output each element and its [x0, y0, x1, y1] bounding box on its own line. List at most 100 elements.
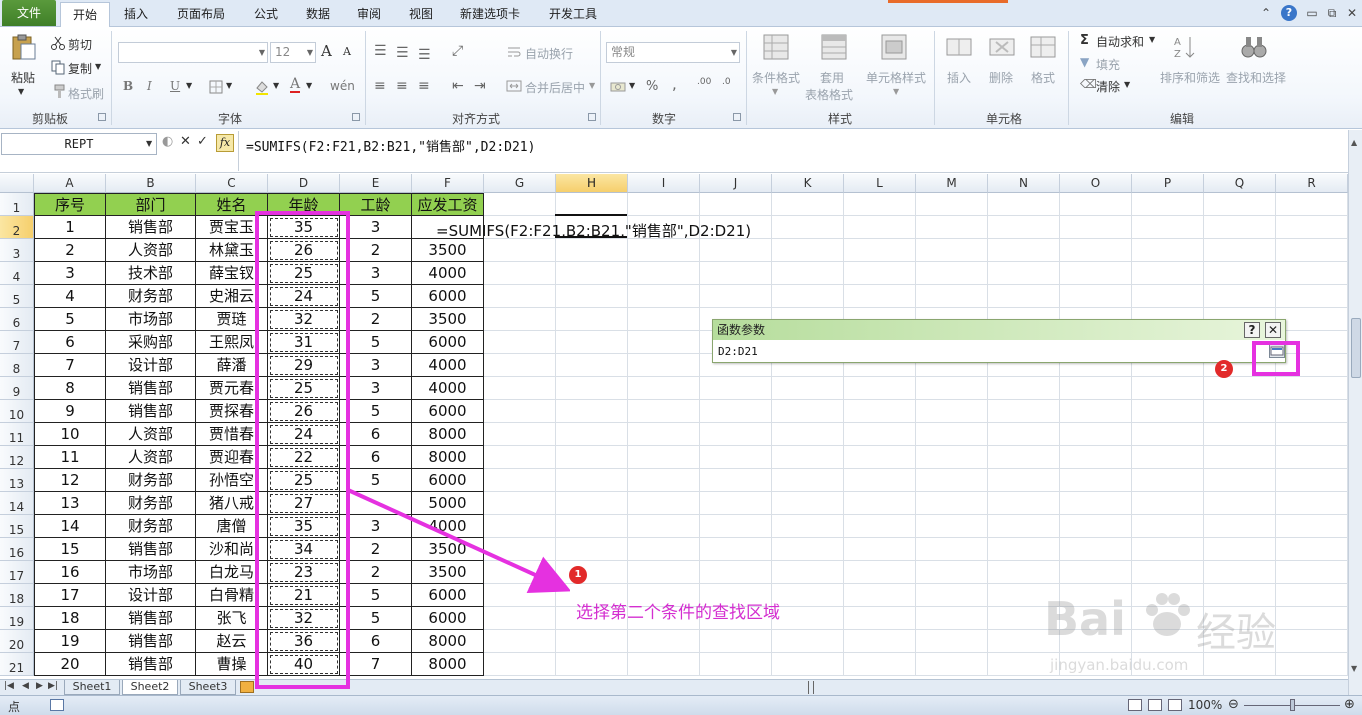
cell-b10[interactable]: 销售部: [106, 400, 196, 423]
cell-b2[interactable]: 销售部: [106, 216, 196, 239]
row-header-19[interactable]: 19: [0, 607, 34, 630]
eraser-icon[interactable]: ⌫: [1080, 77, 1097, 91]
cell-a3[interactable]: 2: [34, 239, 106, 262]
cell-a16[interactable]: 15: [34, 538, 106, 561]
cell-k10[interactable]: [772, 400, 844, 423]
cell-k5[interactable]: [772, 285, 844, 308]
cell-r9[interactable]: [1276, 377, 1348, 400]
cell-n16[interactable]: [988, 538, 1060, 561]
cell-i16[interactable]: [628, 538, 700, 561]
row-header-12[interactable]: 12: [0, 446, 34, 469]
cell-j11[interactable]: [700, 423, 772, 446]
cell-q1[interactable]: [1204, 193, 1276, 216]
cell-b18[interactable]: 设计部: [106, 584, 196, 607]
column-header-q[interactable]: Q: [1204, 174, 1276, 193]
cell-l4[interactable]: [844, 262, 916, 285]
cell-e19[interactable]: 5: [340, 607, 412, 630]
wrap-text-button[interactable]: 自动换行: [525, 45, 573, 62]
zoom-in-icon[interactable]: ⊕: [1344, 697, 1355, 712]
cell-n15[interactable]: [988, 515, 1060, 538]
row-header-6[interactable]: 6: [0, 308, 34, 331]
cell-f5[interactable]: 6000: [412, 285, 484, 308]
row-header-4[interactable]: 4: [0, 262, 34, 285]
row-header-8[interactable]: 8: [0, 354, 34, 377]
cell-i4[interactable]: [628, 262, 700, 285]
cell-b11[interactable]: 人资部: [106, 423, 196, 446]
cell-m5[interactable]: [916, 285, 988, 308]
clear-button[interactable]: 清除: [1096, 78, 1120, 95]
font-color-dropdown-icon[interactable]: ▼: [306, 81, 312, 90]
cancel-formula-button[interactable]: ✕: [180, 134, 191, 149]
cell-r1[interactable]: [1276, 193, 1348, 216]
cut-button[interactable]: 剪切: [68, 36, 92, 53]
cell-g6[interactable]: [484, 308, 556, 331]
cell-g12[interactable]: [484, 446, 556, 469]
cell-o1[interactable]: [1060, 193, 1132, 216]
cell-j16[interactable]: [700, 538, 772, 561]
cell-i5[interactable]: [628, 285, 700, 308]
cell-m12[interactable]: [916, 446, 988, 469]
name-box[interactable]: REPT: [1, 133, 157, 155]
tab-data[interactable]: 数据: [296, 2, 340, 27]
tab-review[interactable]: 审阅: [347, 2, 391, 27]
cell-m14[interactable]: [916, 492, 988, 515]
cell-a18[interactable]: 17: [34, 584, 106, 607]
cell-h7[interactable]: [556, 331, 628, 354]
cell-o2[interactable]: [1060, 216, 1132, 239]
name-box-dropdown-icon[interactable]: ▼: [146, 139, 152, 148]
last-sheet-icon[interactable]: ▶|: [48, 681, 58, 691]
cell-l10[interactable]: [844, 400, 916, 423]
cell-q3[interactable]: [1204, 239, 1276, 262]
cell-k17[interactable]: [772, 561, 844, 584]
align-middle-icon[interactable]: ☰: [396, 45, 409, 61]
fill-color-dropdown-icon[interactable]: ▼: [273, 81, 279, 90]
cell-j3[interactable]: [700, 239, 772, 262]
cell-k13[interactable]: [772, 469, 844, 492]
binoculars-icon[interactable]: [1240, 33, 1268, 61]
cell-l16[interactable]: [844, 538, 916, 561]
merge-dropdown-icon[interactable]: ▼: [589, 81, 595, 90]
cell-r13[interactable]: [1276, 469, 1348, 492]
cell-a12[interactable]: 11: [34, 446, 106, 469]
cell-o13[interactable]: [1060, 469, 1132, 492]
cell-p16[interactable]: [1132, 538, 1204, 561]
conditional-format-icon[interactable]: [762, 33, 790, 61]
cell-k2[interactable]: [772, 216, 844, 239]
cell-g8[interactable]: [484, 354, 556, 377]
cell-n5[interactable]: [988, 285, 1060, 308]
sheet-tab-sheet2[interactable]: Sheet2: [122, 680, 178, 695]
cell-f21[interactable]: 8000: [412, 653, 484, 676]
cell-b8[interactable]: 设计部: [106, 354, 196, 377]
cell-k20[interactable]: [772, 630, 844, 653]
percent-button[interactable]: %: [646, 79, 658, 94]
column-header-d[interactable]: D: [268, 174, 340, 193]
row-header-11[interactable]: 11: [0, 423, 34, 446]
cell-b19[interactable]: 销售部: [106, 607, 196, 630]
copy-icon[interactable]: [50, 59, 66, 75]
bold-button[interactable]: B: [123, 79, 133, 93]
cell-a2[interactable]: 1: [34, 216, 106, 239]
cell-o9[interactable]: [1060, 377, 1132, 400]
cell-o12[interactable]: [1060, 446, 1132, 469]
column-header-r[interactable]: R: [1276, 174, 1348, 193]
cell-f4[interactable]: 4000: [412, 262, 484, 285]
tab-insert[interactable]: 插入: [113, 2, 159, 27]
cell-f1[interactable]: 应发工资: [412, 193, 484, 216]
align-right-icon[interactable]: ≡: [418, 78, 430, 94]
alignment-launcher-icon[interactable]: [588, 113, 596, 121]
cell-k16[interactable]: [772, 538, 844, 561]
cell-m16[interactable]: [916, 538, 988, 561]
cell-h8[interactable]: [556, 354, 628, 377]
orientation-icon[interactable]: ⤢: [452, 43, 463, 59]
cell-g4[interactable]: [484, 262, 556, 285]
cell-f10[interactable]: 6000: [412, 400, 484, 423]
conditional-format-dropdown-icon[interactable]: ▼: [772, 87, 778, 96]
next-sheet-icon[interactable]: ▶: [36, 681, 43, 691]
number-format-combo[interactable]: 常规 ▼: [606, 42, 740, 63]
cell-r3[interactable]: [1276, 239, 1348, 262]
cell-l3[interactable]: [844, 239, 916, 262]
cell-styles-button[interactable]: 单元格样式: [866, 69, 926, 86]
cell-p9[interactable]: [1132, 377, 1204, 400]
align-top-icon[interactable]: ☰: [374, 43, 387, 59]
prev-sheet-icon[interactable]: ◀: [22, 681, 29, 691]
